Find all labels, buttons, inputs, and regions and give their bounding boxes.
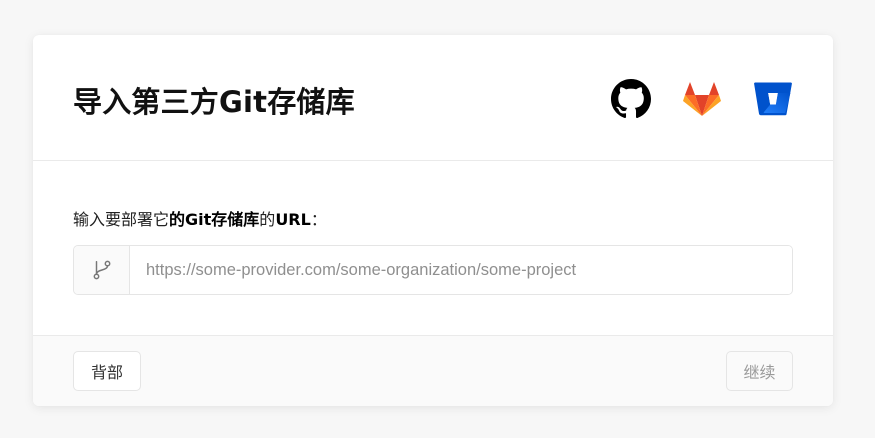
back-button[interactable]: 背部	[73, 351, 141, 391]
git-branch-icon	[74, 246, 130, 294]
gitlab-icon[interactable]	[682, 79, 722, 119]
label-bold-git-repo: 的Git存储库	[169, 210, 260, 229]
modal-footer: 背部 继续	[33, 335, 833, 406]
git-url-input[interactable]	[130, 246, 792, 294]
modal-body: 输入要部署它的Git存储库的URL：	[33, 161, 833, 335]
github-icon[interactable]	[611, 79, 651, 119]
bitbucket-icon[interactable]	[753, 79, 793, 119]
url-field-label: 输入要部署它的Git存储库的URL：	[73, 206, 327, 230]
label-prefix: 输入要部署它	[73, 210, 170, 229]
url-input-group	[73, 245, 793, 295]
modal-title: 导入第三方Git存储库	[73, 85, 355, 119]
modal-header: 导入第三方Git存储库	[33, 35, 833, 161]
import-git-modal: 导入第三方Git存储库 输入要部署它的Git存储库的URL： https://s…	[33, 35, 833, 406]
label-suffix: ：	[310, 210, 327, 229]
label-middle: 的	[259, 210, 276, 229]
label-bold-url: URL	[275, 210, 311, 229]
continue-button[interactable]: 继续	[726, 351, 793, 391]
provider-icons	[611, 79, 793, 119]
